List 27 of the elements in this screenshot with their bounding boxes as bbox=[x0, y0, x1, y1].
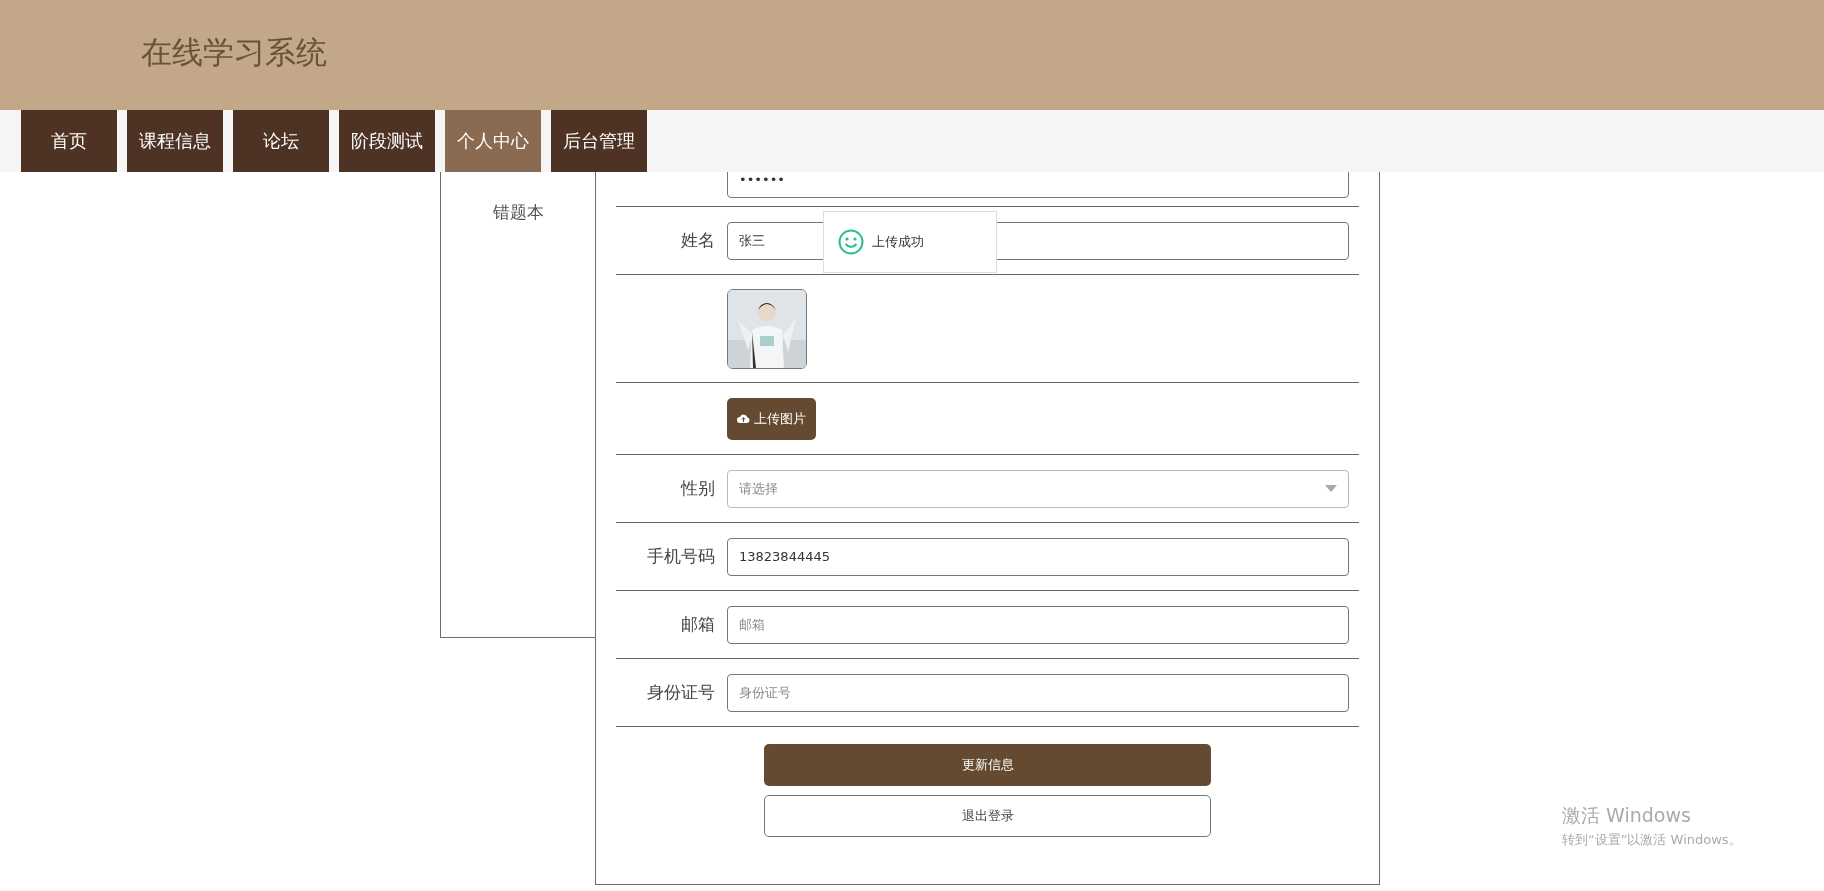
nav-tab[interactable]: 首页 bbox=[21, 110, 117, 172]
nav-tab[interactable]: 课程信息 bbox=[127, 110, 223, 172]
input-field[interactable]: 邮箱 bbox=[727, 605, 1349, 644]
field-label: 身份证号 bbox=[646, 681, 715, 704]
nav-tab[interactable]: 个人中心 bbox=[445, 110, 541, 172]
input-field[interactable]: 身份证号 bbox=[727, 673, 1349, 712]
smiley-icon bbox=[838, 229, 864, 255]
field-label: 邮箱 bbox=[680, 613, 715, 636]
dropdown-caret-icon bbox=[1325, 485, 1337, 492]
password-field[interactable]: •••••• bbox=[727, 172, 1349, 198]
upload-button[interactable]: 上传图片 bbox=[727, 397, 816, 440]
field-label: 性别 bbox=[679, 477, 715, 500]
logout-button[interactable]: 退出登录 bbox=[764, 795, 1211, 837]
cloud-upload-icon bbox=[737, 413, 750, 424]
input-field[interactable]: 13823844445 bbox=[727, 537, 1349, 576]
nav-tab[interactable]: 后台管理 bbox=[551, 110, 647, 172]
toast-text: 上传成功 bbox=[872, 233, 924, 251]
site-title: 在线学习系统 bbox=[141, 33, 327, 72]
select-field[interactable]: 请选择 bbox=[727, 469, 1349, 508]
update-button[interactable]: 更新信息 bbox=[764, 744, 1211, 786]
field-label: 姓名 bbox=[680, 229, 715, 252]
nav-tab[interactable]: 论坛 bbox=[233, 110, 329, 172]
sidebar-item[interactable]: 错题本 bbox=[492, 194, 544, 230]
watermark-subtitle: 转到“设置”以激活 Windows。 bbox=[1562, 831, 1742, 849]
watermark-title: 激活 Windows bbox=[1562, 803, 1692, 828]
nav-tab[interactable]: 阶段测试 bbox=[339, 110, 435, 172]
field-label: 手机号码 bbox=[646, 545, 715, 568]
